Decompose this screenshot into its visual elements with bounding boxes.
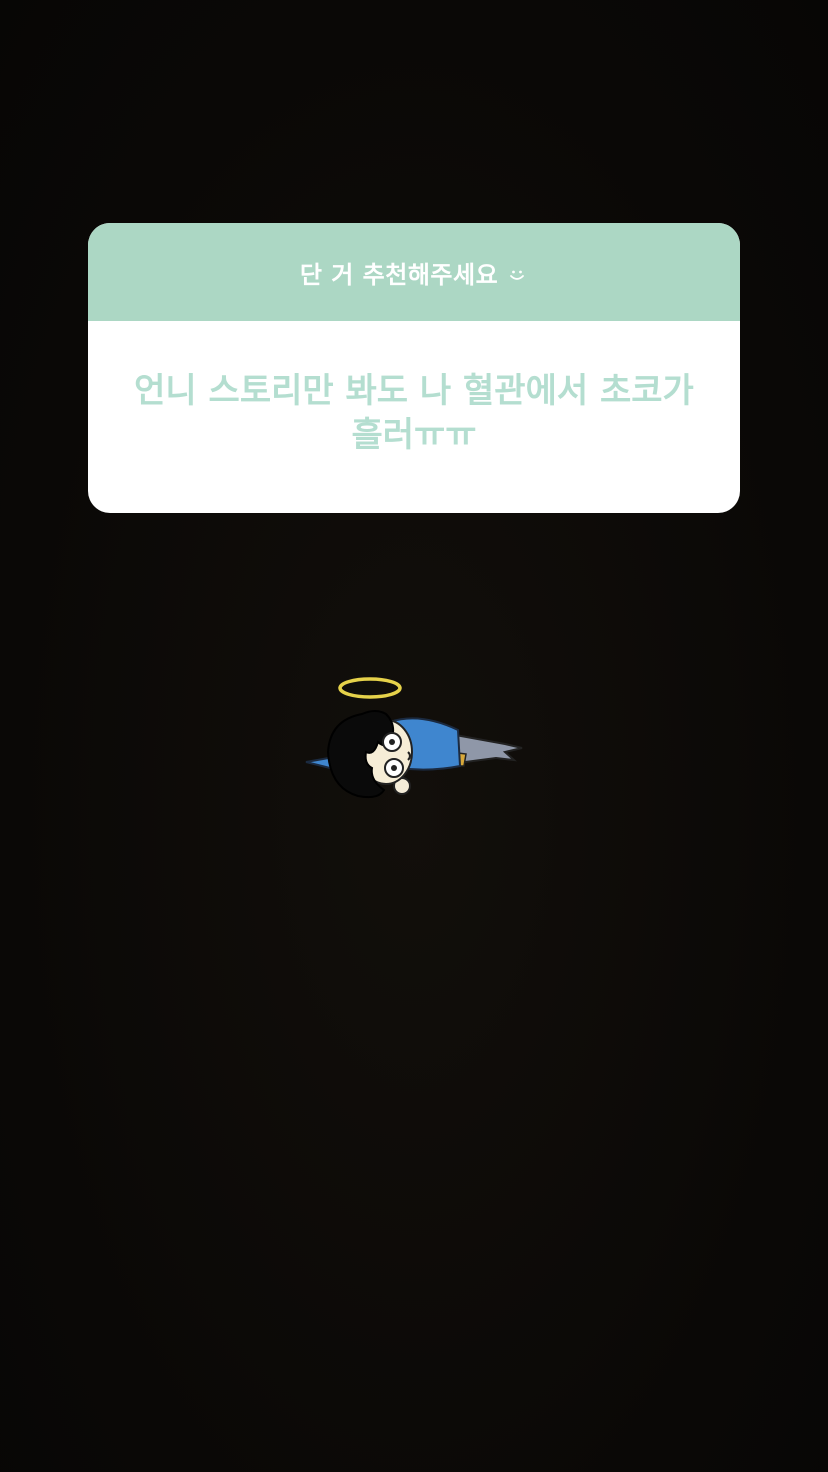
question-header: 단 거 추천해주세요 xyxy=(88,223,740,321)
answer-body: 언니 스토리만 봐도 나 혈관에서 초코가 흘러ㅠㅠ xyxy=(88,321,740,513)
fainted-angel-character-sticker[interactable] xyxy=(300,672,528,804)
answer-text: 언니 스토리만 봐도 나 혈관에서 초코가 흘러ㅠㅠ xyxy=(134,371,694,455)
smile-icon xyxy=(506,263,528,285)
halo-icon xyxy=(338,677,402,699)
question-sticker-card[interactable]: 단 거 추천해주세요 언니 스토리만 봐도 나 혈관에서 초코가 흘러ㅠㅠ xyxy=(88,223,740,513)
question-prompt: 단 거 추천해주세요 xyxy=(299,260,499,289)
